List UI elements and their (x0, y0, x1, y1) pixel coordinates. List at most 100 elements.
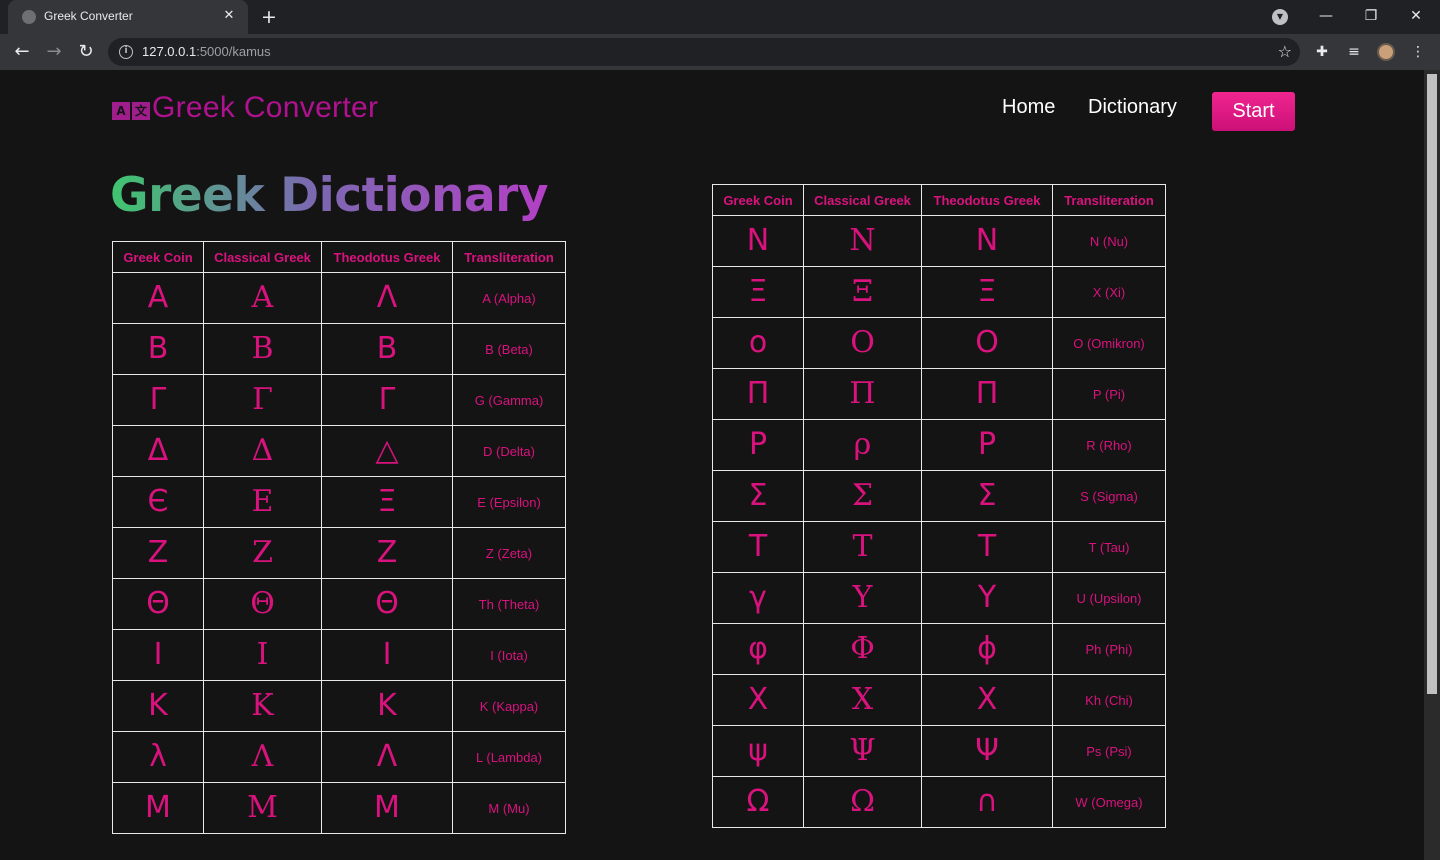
transliteration-cell: Th (Theta) (452, 578, 566, 630)
greek-coin-cell: Ξ (712, 266, 804, 318)
greek-coin-cell: Π (712, 368, 804, 420)
greek-coin-cell: Ρ (712, 419, 804, 471)
table-row: ΙΙΙI (Iota) (112, 629, 566, 681)
classical-greek-cell: Δ (203, 425, 322, 477)
page-scrollbar[interactable] (1424, 70, 1440, 860)
table-row: ΜΜΜM (Mu) (112, 782, 566, 834)
back-arrow-icon[interactable]: ← (9, 39, 35, 65)
table-row: ΓΓΓG (Gamma) (112, 374, 566, 426)
forward-arrow-icon[interactable]: → (41, 39, 67, 65)
greek-coin-cell: Α (112, 272, 204, 324)
theodotus-greek-cell: Π (921, 368, 1053, 420)
classical-greek-cell: Θ (203, 578, 322, 630)
classical-greek-cell: Φ (803, 623, 922, 675)
classical-greek-cell: Χ (803, 674, 922, 726)
window-close-icon[interactable]: ✕ (1402, 4, 1430, 28)
theodotus-greek-cell: Θ (321, 578, 453, 630)
address-bar[interactable]: i 127.0.0.1:5000/kamus ☆ (108, 38, 1300, 66)
classical-greek-cell: Ο (803, 317, 922, 369)
page-viewport: A 文 Greek Converter Home Dictionary Star… (0, 70, 1424, 860)
theodotus-greek-cell: Γ (321, 374, 453, 426)
transliteration-cell: U (Upsilon) (1052, 572, 1166, 624)
greek-coin-cell: Ζ (112, 527, 204, 579)
profile-avatar[interactable] (1377, 43, 1395, 61)
puzzle-icon[interactable]: ✚ (1312, 42, 1332, 62)
greek-coin-cell: Ν (712, 215, 804, 267)
browser-tab[interactable]: Greek Converter ✕ (8, 0, 248, 34)
classical-greek-cell: Λ (203, 731, 322, 783)
table-row: Θ Θ Θ Th (Theta) (112, 578, 566, 630)
table-row: ΡρΡR (Rho) (712, 419, 1166, 471)
nav-dictionary[interactable]: Dictionary (1088, 96, 1177, 119)
table-header-row: Greek Coin Classical Greek Theodotus Gre… (712, 184, 1166, 216)
theodotus-greek-cell: Ξ (921, 266, 1053, 318)
classical-greek-cell: Τ (803, 521, 922, 573)
greek-coin-cell: Є (112, 476, 204, 528)
transliteration-cell: X (Xi) (1052, 266, 1166, 318)
transliteration-cell: E (Epsilon) (452, 476, 566, 528)
table-row: ψ Ψ Ψ Ps (Psi) (712, 725, 1166, 777)
table-row: ΚΚΚK (Kappa) (112, 680, 566, 732)
greek-coin-cell: Δ (112, 425, 204, 477)
translate-icon: A 文 (112, 102, 150, 120)
greek-coin-cell: Ι (112, 629, 204, 681)
header-theodotus-greek: Theodotus Greek (321, 241, 453, 273)
close-icon[interactable]: ✕ (220, 7, 238, 25)
logo-letter-a: A (112, 102, 130, 120)
greek-coin-cell: Β (112, 323, 204, 375)
header-greek-coin: Greek Coin (712, 184, 804, 216)
info-icon[interactable]: i (119, 45, 133, 59)
media-queue-icon[interactable]: ≡ (1344, 42, 1364, 62)
greek-coin-cell: Τ (712, 521, 804, 573)
classical-greek-cell: Ν (803, 215, 922, 267)
nav-home[interactable]: Home (1002, 96, 1055, 119)
page-title: Greek Dictionary (110, 168, 548, 223)
table-row: οΟΟO (Omikron) (712, 317, 1166, 369)
scrollbar-thumb[interactable] (1427, 74, 1437, 694)
transliteration-cell: P (Pi) (1052, 368, 1166, 420)
transliteration-cell: A (Alpha) (452, 272, 566, 324)
transliteration-cell: O (Omikron) (1052, 317, 1166, 369)
browser-toolbar: ← → ↻ i 127.0.0.1:5000/kamus ☆ ✚ ≡ ⋮ (0, 34, 1440, 70)
brand[interactable]: A 文 Greek Converter (112, 90, 378, 126)
reload-icon[interactable]: ↻ (73, 39, 99, 65)
classical-greek-cell: Π (803, 368, 922, 420)
transliteration-cell: W (Omega) (1052, 776, 1166, 828)
restore-icon[interactable]: ❐ (1357, 4, 1385, 28)
table-header-row: Greek Coin Classical Greek Theodotus Gre… (112, 241, 566, 273)
header-classical-greek: Classical Greek (803, 184, 922, 216)
table-row: Δ Δ △ D (Delta) (112, 425, 566, 477)
greek-coin-cell: Γ (112, 374, 204, 426)
theodotus-greek-cell: Μ (321, 782, 453, 834)
theodotus-greek-cell: Τ (921, 521, 1053, 573)
minimize-icon[interactable]: — (1312, 4, 1340, 28)
theodotus-greek-cell: Λ (321, 272, 453, 324)
kebab-menu-icon[interactable]: ⋮ (1408, 42, 1428, 62)
table-row: ΤΤΤT (Tau) (712, 521, 1166, 573)
transliteration-cell: Z (Zeta) (452, 527, 566, 579)
table-row: ΖΖΖZ (Zeta) (112, 527, 566, 579)
header-theodotus-greek: Theodotus Greek (921, 184, 1053, 216)
transliteration-cell: Ph (Phi) (1052, 623, 1166, 675)
header-transliteration: Transliteration (452, 241, 566, 273)
transliteration-cell: B (Beta) (452, 323, 566, 375)
theodotus-greek-cell: Λ (321, 731, 453, 783)
table-row: ΑΑΛA (Alpha) (112, 272, 566, 324)
table-row: ΞΞΞX (Xi) (712, 266, 1166, 318)
theodotus-greek-cell: ϕ (921, 623, 1053, 675)
tab-search-icon[interactable]: ▼ (1272, 9, 1288, 25)
greek-coin-cell: ψ (712, 725, 804, 777)
greek-coin-cell: Μ (112, 782, 204, 834)
logo-letter-translate: 文 (132, 102, 150, 120)
classical-greek-cell: Μ (203, 782, 322, 834)
table-row: λΛΛL (Lambda) (112, 731, 566, 783)
bookmark-star-icon[interactable]: ☆ (1278, 42, 1292, 61)
new-tab-icon[interactable]: + (258, 6, 280, 28)
start-button[interactable]: Start (1212, 92, 1295, 131)
theodotus-greek-cell: Κ (321, 680, 453, 732)
table-row: γΥΥU (Upsilon) (712, 572, 1166, 624)
transliteration-cell: R (Rho) (1052, 419, 1166, 471)
table-row: Ω Ω ∩ W (Omega) (712, 776, 1166, 828)
greek-coin-cell: Ω (712, 776, 804, 828)
header-transliteration: Transliteration (1052, 184, 1166, 216)
